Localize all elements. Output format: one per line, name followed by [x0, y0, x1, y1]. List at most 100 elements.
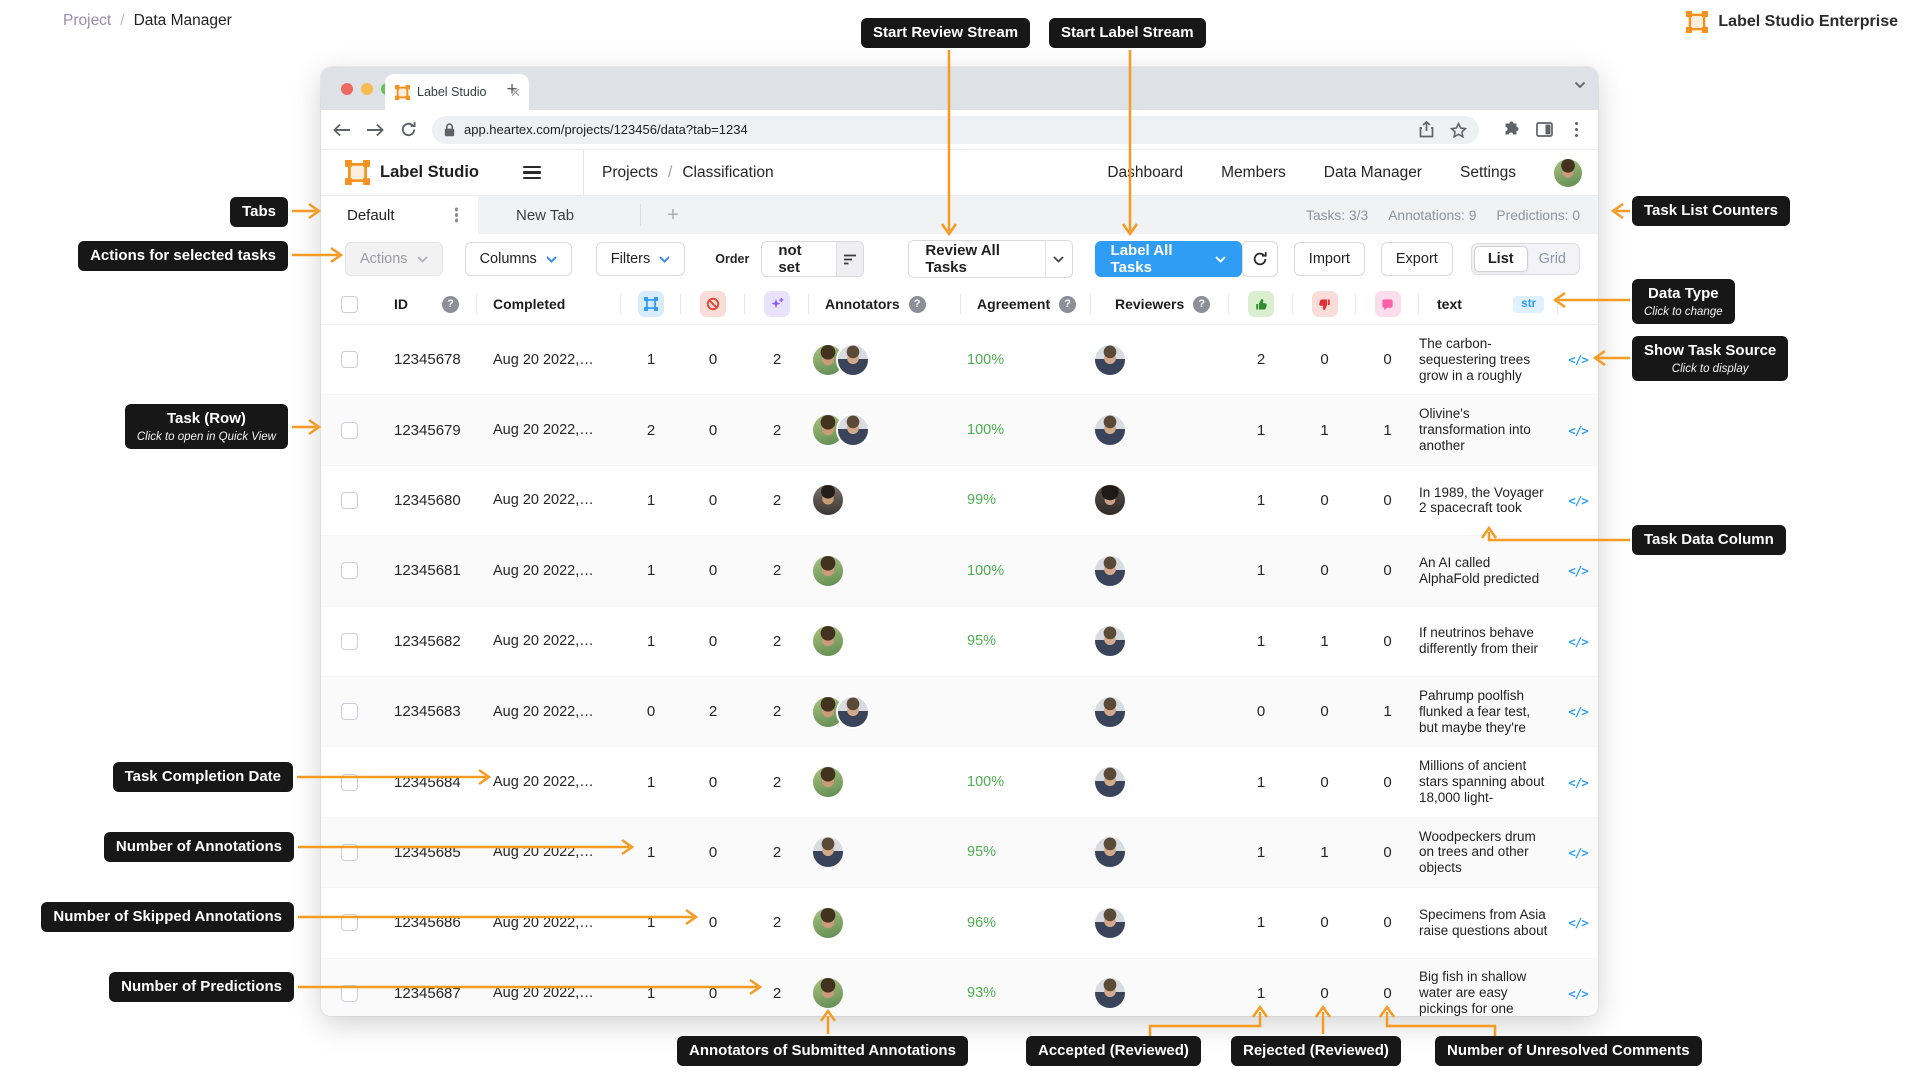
user-avatar[interactable] [1554, 159, 1582, 187]
skipped-column-icon [700, 291, 726, 317]
import-button[interactable]: Import [1294, 242, 1365, 276]
header-annotations[interactable] [621, 284, 681, 324]
columns-button[interactable]: Columns [465, 242, 572, 276]
nav-members[interactable]: Members [1221, 164, 1286, 182]
table-row[interactable]: 12345686Aug 20 2022,…10296%100Specimens … [321, 888, 1598, 958]
help-icon[interactable]: ? [1059, 296, 1076, 313]
show-source-icon[interactable]: </> [1568, 352, 1588, 367]
row-checkbox[interactable] [341, 492, 358, 509]
header-rejected[interactable] [1293, 284, 1356, 324]
help-icon[interactable]: ? [1193, 296, 1210, 313]
bookmark-star-icon[interactable] [1450, 122, 1467, 138]
header-skipped[interactable] [681, 284, 745, 324]
help-icon[interactable]: ? [909, 296, 926, 313]
header-id[interactable]: ID? [377, 284, 477, 324]
browser-menu-kebab-icon[interactable] [1569, 128, 1584, 131]
show-source-icon[interactable]: </> [1568, 563, 1588, 578]
app-breadcrumb-projects[interactable]: Projects [602, 164, 658, 182]
row-checkbox[interactable] [341, 844, 358, 861]
nav-settings[interactable]: Settings [1460, 164, 1516, 182]
tab-default[interactable]: Default [321, 196, 478, 234]
row-checkbox[interactable] [341, 351, 358, 368]
refresh-button[interactable] [1242, 241, 1278, 277]
label-all-tasks-button[interactable]: Label All Tasks [1095, 241, 1243, 277]
show-source-icon[interactable]: </> [1568, 423, 1588, 438]
order-control[interactable]: not set [761, 241, 864, 277]
table-row[interactable]: 12345681Aug 20 2022,…102100%100An AI cal… [321, 536, 1598, 606]
review-all-tasks-button[interactable]: Review All Tasks [908, 240, 1072, 278]
app-logo-text[interactable]: Label Studio [380, 163, 479, 182]
sidebar-icon[interactable] [1536, 122, 1553, 137]
task-completed-date: Aug 20 2022,… [477, 888, 621, 957]
share-icon[interactable] [1419, 121, 1434, 138]
tab-new-tab[interactable]: New Tab [496, 207, 594, 224]
forward-icon[interactable] [364, 119, 386, 141]
row-checkbox[interactable] [341, 633, 358, 650]
select-all-checkbox[interactable] [341, 296, 358, 313]
chevron-down-icon[interactable] [1574, 81, 1586, 89]
table-row[interactable]: 12345682Aug 20 2022,…10295%110If neutrin… [321, 607, 1598, 677]
app-logo-icon[interactable] [345, 160, 370, 185]
avatar [1095, 626, 1125, 656]
header-predictions[interactable] [745, 284, 809, 324]
table-row[interactable]: 12345685Aug 20 2022,…10295%110Woodpecker… [321, 818, 1598, 888]
task-text: Woodpeckers drum on trees and other obje… [1419, 818, 1558, 887]
header-text[interactable]: textstr [1419, 284, 1558, 324]
minimize-window-button[interactable] [361, 83, 373, 95]
actions-button[interactable]: Actions [345, 242, 443, 276]
table-row[interactable]: 12345687Aug 20 2022,…10293%100Big fish i… [321, 959, 1598, 1016]
table-row[interactable]: 12345683Aug 20 2022,…022001Pahrump poolf… [321, 677, 1598, 747]
hamburger-menu-icon[interactable] [523, 166, 541, 180]
header-annotators[interactable]: Annotators? [809, 284, 961, 324]
table-row[interactable]: 12345679Aug 20 2022,…202100%111Olivine's… [321, 395, 1598, 465]
nav-dashboard[interactable]: Dashboard [1107, 164, 1183, 182]
table-row[interactable]: 12345678Aug 20 2022,…102100%200The carbo… [321, 325, 1598, 395]
row-checkbox[interactable] [341, 562, 358, 579]
accepted-count: 2 [1229, 325, 1293, 394]
table-row[interactable]: 12345680Aug 20 2022,…10299%100In 1989, t… [321, 466, 1598, 536]
header-comments[interactable] [1356, 284, 1419, 324]
help-icon[interactable]: ? [442, 296, 459, 313]
filters-button[interactable]: Filters [596, 242, 685, 276]
new-tab-icon[interactable]: + [497, 76, 527, 104]
task-text: Big fish in shallow water are easy picki… [1419, 959, 1558, 1016]
add-view-tab-icon[interactable]: + [667, 204, 679, 227]
show-source-icon[interactable]: </> [1568, 986, 1588, 1001]
breadcrumb-project[interactable]: Project [63, 12, 111, 30]
row-checkbox[interactable] [341, 703, 358, 720]
row-checkbox[interactable] [341, 774, 358, 791]
arrow-task-counters [1613, 204, 1630, 218]
table-row[interactable]: 12345684Aug 20 2022,…102100%100Millions … [321, 747, 1598, 817]
annotations-count: 1 [621, 325, 681, 394]
close-window-button[interactable] [341, 83, 353, 95]
row-checkbox[interactable] [341, 914, 358, 931]
grid-view-button[interactable]: Grid [1528, 247, 1577, 271]
list-view-button[interactable]: List [1474, 246, 1528, 272]
show-source-icon[interactable]: </> [1568, 915, 1588, 930]
row-checkbox-cell [321, 325, 377, 394]
header-reviewers[interactable]: Reviewers? [1091, 284, 1229, 324]
row-checkbox[interactable] [341, 985, 358, 1002]
back-icon[interactable] [331, 119, 353, 141]
data-type-badge[interactable]: str [1513, 296, 1544, 313]
row-checkbox[interactable] [341, 422, 358, 439]
rejected-count: 0 [1293, 536, 1356, 605]
tab-menu-kebab-icon[interactable] [455, 213, 458, 216]
export-button[interactable]: Export [1381, 242, 1453, 276]
show-source-icon[interactable]: </> [1568, 845, 1588, 860]
header-agreement[interactable]: Agreement? [961, 284, 1091, 324]
reload-icon[interactable] [397, 119, 419, 141]
header-accepted[interactable] [1229, 284, 1293, 324]
show-source-icon[interactable]: </> [1568, 704, 1588, 719]
address-bar[interactable]: app.heartex.com/projects/123456/data?tab… [432, 116, 1479, 144]
nav-data-manager[interactable]: Data Manager [1324, 164, 1422, 182]
sort-direction-icon[interactable] [836, 242, 864, 276]
review-dropdown-chevron-icon[interactable] [1045, 241, 1072, 277]
extensions-puzzle-icon[interactable] [1503, 121, 1520, 138]
header-completed[interactable]: Completed [477, 284, 621, 324]
url-text[interactable]: app.heartex.com/projects/123456/data?tab… [464, 122, 1403, 137]
data-manager-toolbar: Actions Columns Filters Order not set [321, 234, 1598, 284]
show-source-icon[interactable]: </> [1568, 775, 1588, 790]
show-source-icon[interactable]: </> [1568, 493, 1588, 508]
show-source-icon[interactable]: </> [1568, 634, 1588, 649]
